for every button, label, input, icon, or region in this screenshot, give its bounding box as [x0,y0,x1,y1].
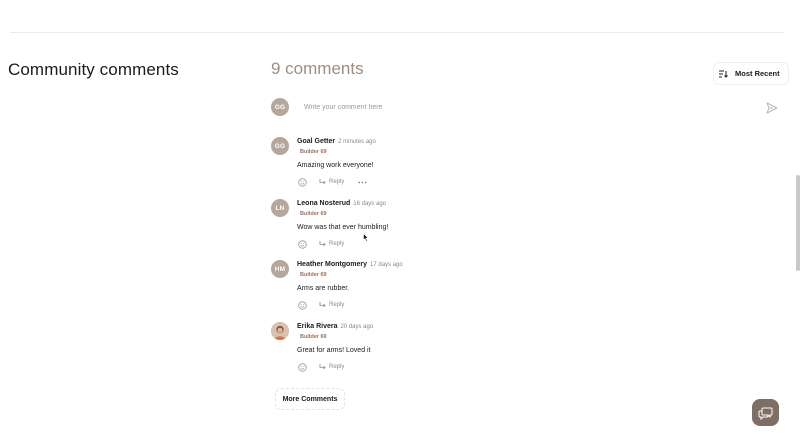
comment-author[interactable]: Leona Nosterud [297,200,350,207]
top-divider [10,32,784,33]
comment-text: Wow was that ever humbling! [297,224,389,231]
reply-button[interactable]: Reply [319,364,344,370]
author-badge: Builder 69 [300,334,327,340]
reply-button[interactable]: Reply [319,179,344,185]
comment-text: Arms are rubber. [297,285,350,292]
comment-actions: Reply [298,177,368,187]
comment-item: Erika Rivera 20 days ago Builder 69 Great… [271,322,751,378]
comment-author[interactable]: Erika Rivera [297,323,337,330]
section-title: Community comments [8,60,179,79]
avatar-photo [271,322,289,340]
reply-label: Reply [329,364,345,370]
reply-arrow-icon [319,364,326,370]
comment-item: HM Heather Montgomery 17 days ago Builder… [271,260,751,316]
reply-label: Reply [329,179,345,185]
smiley-icon[interactable] [298,239,307,249]
person-photo-icon [271,322,289,340]
chat-bubble-icon [758,407,773,420]
author-badge: Builder 69 [300,211,327,217]
comment-author-line: Heather Montgomery 17 days ago [297,261,403,268]
reply-button[interactable]: Reply [319,241,344,247]
comment-item: GG Goal Getter 2 minutes ago Builder 69 A… [271,137,751,193]
sort-lines-icon [719,70,728,78]
support-chat-button[interactable] [752,399,779,426]
ellipsis-icon[interactable] [358,181,368,184]
scrollbar-thumb[interactable] [796,175,800,271]
comment-author-line: Leona Nosterud 16 days ago [297,200,386,207]
comment-count: 9 comments [271,59,364,78]
avatar: LN [271,199,289,217]
send-arrow-icon[interactable] [766,102,778,114]
comment-text: Amazing work everyone! [297,162,374,169]
sort-dropdown-button[interactable]: Most Recent [713,62,789,85]
comment-actions: Reply [298,239,344,249]
reply-label: Reply [329,241,345,247]
comment-text: Great for arms! Loved it [297,347,371,354]
sort-label: Most Recent [735,69,780,78]
smiley-icon[interactable] [298,362,307,372]
smiley-icon[interactable] [298,177,307,187]
comment-time: 16 days ago [353,201,386,207]
more-comments-button[interactable]: More Comments [275,388,345,410]
reply-arrow-icon [319,179,326,185]
reply-arrow-icon [319,302,326,308]
avatar: GG [271,137,289,155]
comment-author[interactable]: Goal Getter [297,138,335,145]
author-badge: Builder 69 [300,149,327,155]
reply-label: Reply [329,302,345,308]
comment-time: 17 days ago [370,262,403,268]
reply-arrow-icon [319,241,326,247]
comment-actions: Reply [298,300,344,310]
reply-button[interactable]: Reply [319,302,344,308]
comment-time: 2 minutes ago [338,139,376,145]
smiley-icon[interactable] [298,300,307,310]
comment-actions: Reply [298,362,344,372]
composer-avatar: GG [271,98,289,116]
comment-item: LN Leona Nosterud 16 days ago Builder 69 … [271,199,751,255]
author-badge: Builder 69 [300,272,327,278]
comment-author-line: Goal Getter 2 minutes ago [297,138,376,145]
comment-input[interactable] [296,98,772,116]
comment-time: 20 days ago [340,324,374,330]
mouse-cursor-icon [363,233,369,242]
avatar: HM [271,260,289,278]
comment-author[interactable]: Heather Montgomery [297,261,367,268]
comment-author-line: Erika Rivera 20 days ago [297,323,373,330]
